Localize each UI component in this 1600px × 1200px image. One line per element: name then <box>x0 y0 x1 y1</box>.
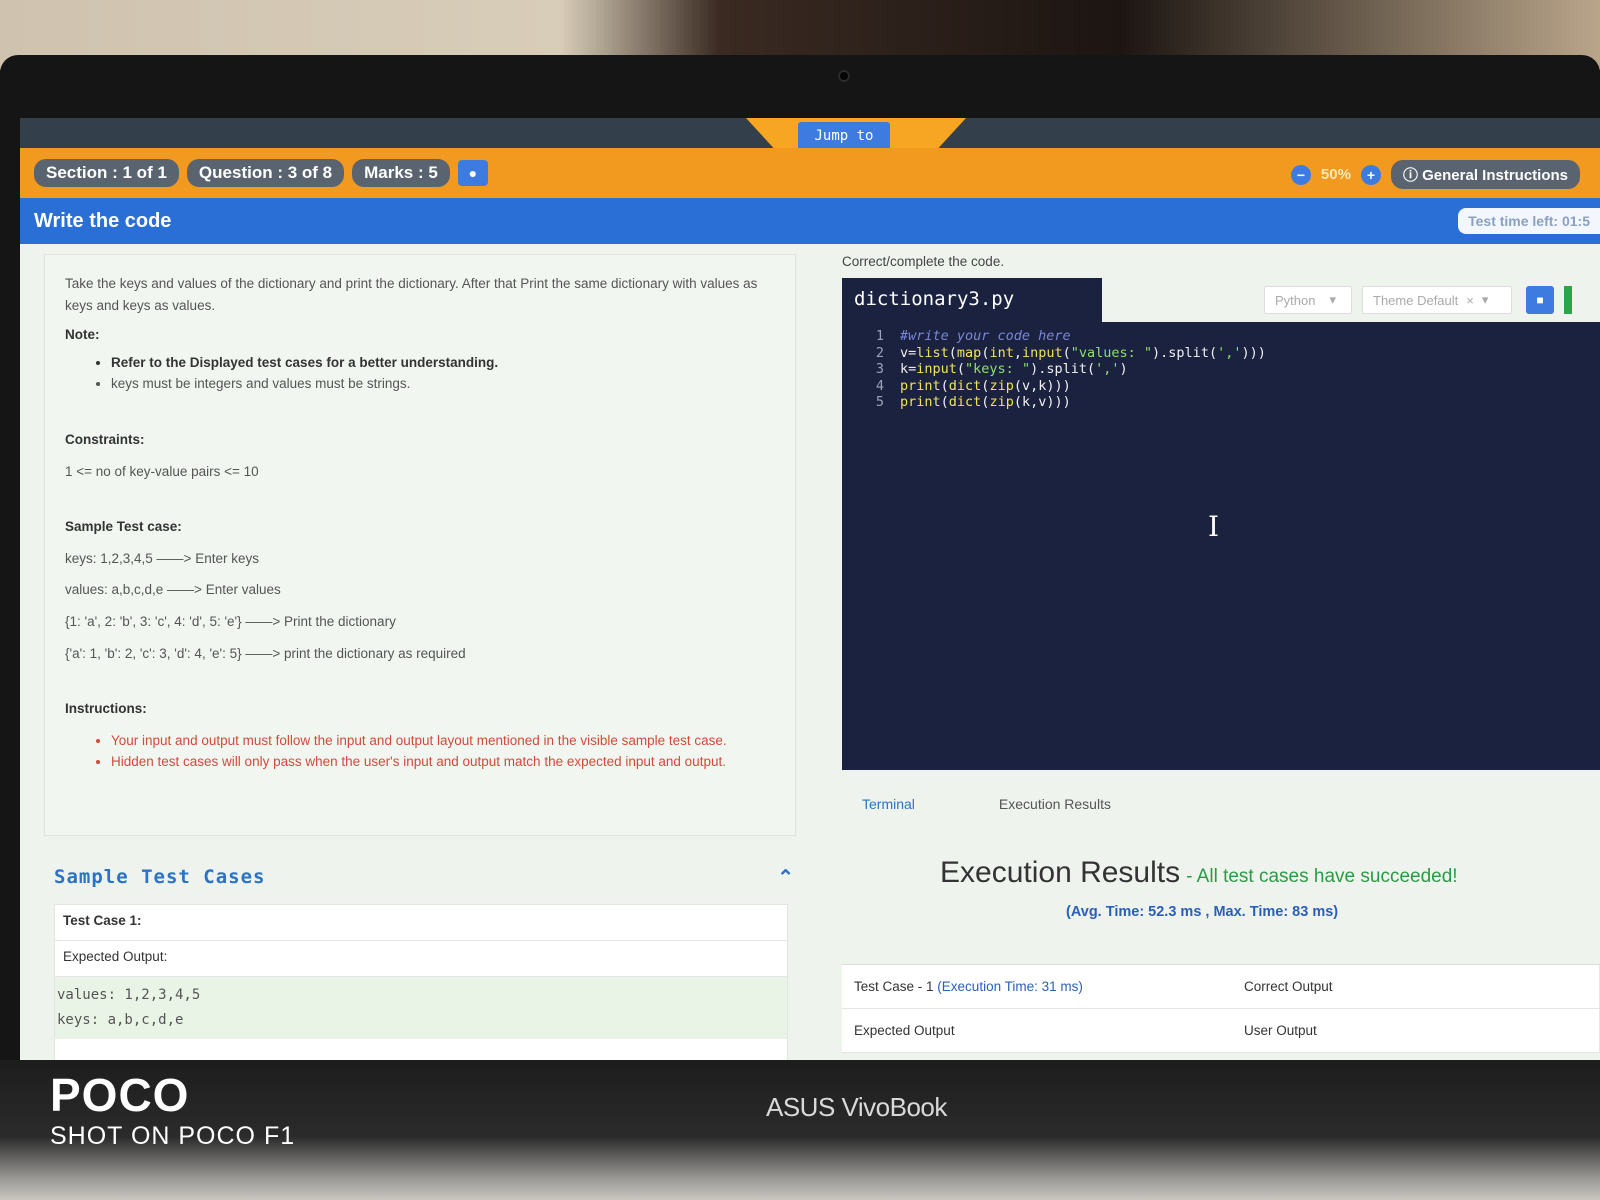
exam-status-bar: Section : 1 of 1 Question : 3 of 8 Marks… <box>20 148 1600 198</box>
line-number: 1 <box>875 328 884 344</box>
correct-output-cell: Correct Output <box>1232 965 1600 1008</box>
execution-time: (Execution Time: 31 ms) <box>937 979 1083 994</box>
jump-to-button[interactable]: Jump to <box>798 122 890 150</box>
instructions-label: Instructions: <box>65 701 147 717</box>
page-title: Write the code <box>34 209 172 232</box>
code-line: 5 print(dict(zip (k,v))) <box>854 394 1600 411</box>
expected-output-label: Expected Output: <box>55 941 787 977</box>
chevron-up-icon[interactable]: ⌃ <box>777 865 794 890</box>
general-instructions-label: General Instructions <box>1422 167 1568 184</box>
constraint-text: 1 <= no of key-value pairs <= 10 <box>65 463 259 479</box>
table-row: Expected Output User Output <box>842 1009 1600 1053</box>
code-line: 3 k= input("keys: ").split(',') <box>854 361 1600 378</box>
tab-execution-results[interactable]: Execution Results <box>979 790 1131 818</box>
language-value: Python <box>1275 292 1316 308</box>
zoom-controls: − 50% + ⓘ General Instructions <box>1290 160 1580 189</box>
chat-icon[interactable]: ● <box>457 160 488 186</box>
general-instructions-button[interactable]: ⓘ General Instructions <box>1390 160 1580 189</box>
screen: Jump to Section : 1 of 1 Question : 3 of… <box>20 118 1600 1060</box>
instruction-item: Your input and output must follow the in… <box>111 730 775 752</box>
zoom-level: 50% <box>1320 166 1351 183</box>
question-panel: Take the keys and values of the dictiona… <box>44 254 796 836</box>
expected-output-cell: Expected Output <box>854 1023 955 1038</box>
timing-summary: (Avg. Time: 52.3 ms , Max. Time: 83 ms) <box>1066 904 1339 920</box>
editor-toolbar: dictionary3.py Python ▾ Theme Default × ▾ ■ <box>842 278 1600 322</box>
sample-test-case-box: Test Case 1: Expected Output: values: 1,… <box>54 904 788 1060</box>
execution-results-title: Execution Results <box>940 856 1181 889</box>
output-tabs: Terminal Execution Results <box>842 790 1131 818</box>
expected-output-code: values: 1,2,3,4,5 keys: a,b,c,d,e <box>55 977 787 1040</box>
line-number: 4 <box>875 377 884 394</box>
info-icon: ⓘ <box>1402 167 1423 184</box>
file-tab[interactable]: dictionary3.py <box>842 278 1102 322</box>
question-description: Take the keys and values of the dictiona… <box>65 276 758 313</box>
sample-line: {1: 'a', 2: 'b', 3: 'c', 4: 'd', 5: 'e'}… <box>65 613 396 629</box>
test-case-label: Test Case 1: <box>55 905 787 941</box>
sample-line: keys: 1,2,3,4,5 ——> Enter keys <box>65 550 259 566</box>
user-output-cell: User Output <box>1232 1009 1600 1052</box>
execution-status: - All test cases have succeeded! <box>1186 866 1458 887</box>
question-badge: Question : 3 of 8 <box>186 159 345 187</box>
code-editor[interactable]: dictionary3.py Python ▾ Theme Default × ▾ ■… <box>842 278 1600 770</box>
tab-terminal[interactable]: Terminal <box>842 790 935 818</box>
sample-test-cases-header[interactable]: Sample Test Cases ⌃ <box>54 862 794 892</box>
chevron-down-icon: ▾ <box>1329 292 1337 307</box>
test-case-cell: Test Case - 1 (Execution Time: 31 ms) <box>842 965 1232 1008</box>
note-item: Refer to the Displayed test cases for a … <box>111 352 775 374</box>
note-item: keys must be integers and values must be… <box>111 373 775 395</box>
code-line: 1 #write your code here <box>854 328 1600 345</box>
zoom-out-button[interactable]: − <box>1290 164 1311 185</box>
test-timer: Test time left: 01:5 <box>1458 208 1600 234</box>
sample-line: values: a,b,c,d,e ——> Enter values <box>65 582 281 598</box>
test-case-name: Test Case - 1 <box>854 979 934 994</box>
note-label: Note: <box>65 327 100 343</box>
theme-select[interactable]: Theme Default × ▾ <box>1362 286 1512 314</box>
results-table: Test Case - 1 (Execution Time: 31 ms) Co… <box>842 964 1600 1053</box>
code-line: 2 v= list(map(int, input("values: ").split(… <box>854 345 1600 362</box>
code-line: 4 print(dict(zip (v,k))) <box>854 378 1600 395</box>
marks-badge: Marks : 5 <box>352 159 450 187</box>
webcam <box>838 70 850 82</box>
sample-label: Sample Test case: <box>65 519 182 535</box>
sample-line: {'a': 1, 'b': 2, 'c': 3, 'd': 4, 'e': 5}… <box>65 645 466 661</box>
code-line: keys: a,b,c,d,e <box>57 1012 184 1029</box>
instructions-list: Your input and output must follow the in… <box>111 730 775 773</box>
laptop-logo: ASUS VivoBook <box>766 1092 947 1122</box>
code-area[interactable]: 1 #write your code here 2 v= list(map(int, i… <box>842 328 1600 411</box>
text-cursor-icon: I <box>1208 510 1220 543</box>
section-badge: Section : 1 of 1 <box>34 159 179 187</box>
language-select[interactable]: Python ▾ <box>1264 286 1352 314</box>
execution-results-heading: Execution Results - All test cases have … <box>940 856 1458 890</box>
close-icon: × <box>1466 292 1474 308</box>
line-number: 3 <box>875 361 884 377</box>
editor-instruction: Correct/complete the code. <box>842 254 1005 269</box>
zoom-in-button[interactable]: + <box>1360 164 1381 185</box>
theme-value: Theme Default <box>1373 292 1459 308</box>
constraints-label: Constraints: <box>65 431 145 447</box>
chevron-down-icon: ▾ <box>1481 292 1489 307</box>
phone-watermark-brand: POCO <box>50 1069 190 1121</box>
code-line: values: 1,2,3,4,5 <box>57 987 201 1003</box>
phone-watermark-subtitle: SHOT ON POCO F1 <box>50 1122 296 1150</box>
note-list: Refer to the Displayed test cases for a … <box>111 352 775 395</box>
line-number: 5 <box>875 394 884 410</box>
table-row: Test Case - 1 (Execution Time: 31 ms) Co… <box>842 965 1600 1009</box>
line-number: 2 <box>875 344 884 361</box>
instruction-item: Hidden test cases will only pass when th… <box>111 751 775 773</box>
sample-test-cases-title: Sample Test Cases <box>54 866 266 888</box>
run-button-edge[interactable] <box>1564 286 1572 314</box>
question-title-bar: Write the code Test time left: 01:5 <box>20 198 1600 244</box>
save-icon[interactable]: ■ <box>1526 286 1554 314</box>
